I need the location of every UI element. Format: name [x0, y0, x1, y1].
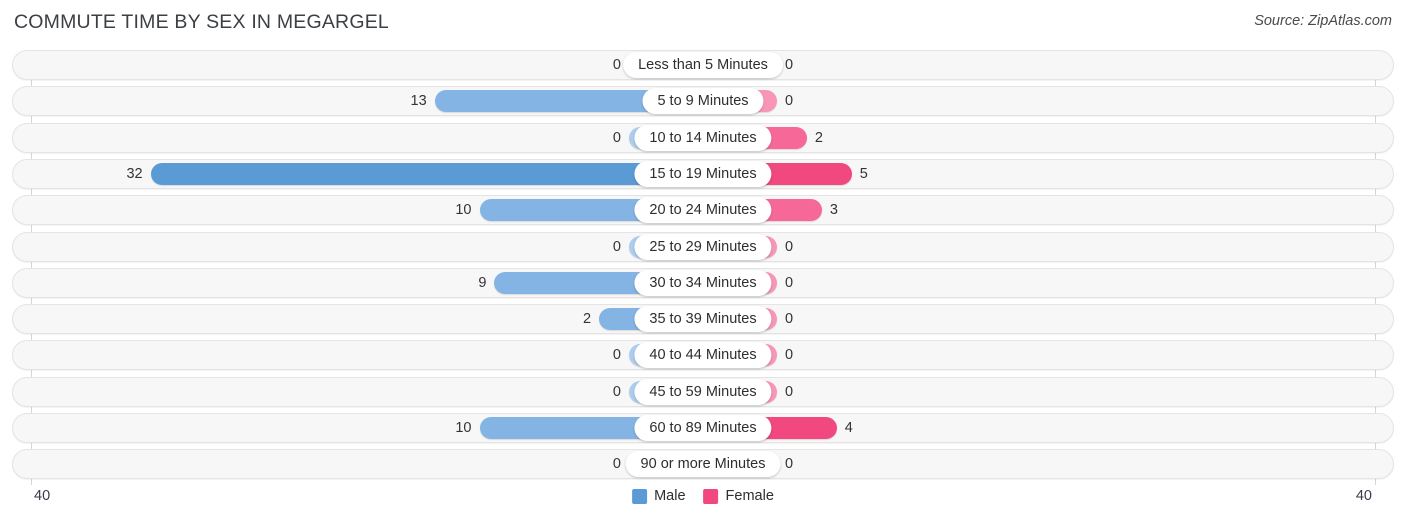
chart-row-bars: 0 2 10 to 14 Minutes: [13, 124, 1393, 152]
legend-item[interactable]: Female: [703, 488, 774, 504]
chart-row: 0 2 10 to 14 Minutes: [12, 122, 1394, 153]
chart-legend: Male Female: [632, 488, 774, 504]
chart-row: 10 4 60 to 89 Minutes: [12, 413, 1394, 443]
legend-swatch-icon: [632, 488, 648, 504]
bar-value-male: 32: [126, 165, 143, 182]
chart-row-bars: 10 4 60 to 89 Minutes: [13, 414, 1393, 442]
bar-value-female: 0: [785, 311, 794, 328]
bar-value-female: 0: [785, 274, 794, 291]
row-category-label: 5 to 9 Minutes: [642, 88, 764, 115]
chart-row: 0 0 Less than 5 Minutes: [12, 50, 1394, 80]
bar-value-male: 9: [478, 274, 487, 291]
axis-tick-left: 40: [34, 488, 51, 504]
row-category-label: 90 or more Minutes: [625, 451, 781, 478]
bar-value-male: 0: [612, 383, 621, 400]
chart-row: 0 0 90 or more Minutes: [12, 449, 1394, 480]
chart-footer: 40 40 Male Female: [0, 485, 1406, 523]
bar-value-female: 4: [844, 420, 853, 436]
bar-value-male: 0: [612, 57, 621, 73]
chart-row: 13 0 5 to 9 Minutes: [12, 86, 1394, 117]
legend-swatch-icon: [703, 488, 719, 504]
chart-row-bars: 9 0 30 to 34 Minutes: [13, 269, 1393, 297]
page-title: COMMUTE TIME BY SEX IN MEGARGEL: [14, 11, 389, 33]
bar-value-female: 0: [785, 57, 794, 73]
chart-row: 0 0 40 to 44 Minutes: [12, 340, 1394, 371]
chart-row-bars: 0 0 90 or more Minutes: [13, 450, 1393, 478]
chart-row: 0 0 25 to 29 Minutes: [12, 231, 1394, 262]
bar-value-male: 2: [583, 311, 592, 328]
bar-value-female: 3: [829, 202, 838, 219]
chart-header: COMMUTE TIME BY SEX IN MEGARGEL Source: …: [0, 0, 1406, 46]
bar-value-female: 0: [785, 456, 794, 473]
row-category-label: 25 to 29 Minutes: [634, 233, 772, 260]
bar-male[interactable]: [150, 162, 703, 185]
row-category-label: 60 to 89 Minutes: [634, 415, 772, 441]
legend-item[interactable]: Male: [632, 488, 686, 504]
row-category-label: 15 to 19 Minutes: [634, 160, 772, 187]
bar-value-male: 0: [612, 456, 621, 473]
bar-value-female: 0: [785, 238, 794, 255]
chart-row-bars: 0 0 40 to 44 Minutes: [13, 341, 1393, 369]
chart-row-bars: 13 0 5 to 9 Minutes: [13, 87, 1393, 115]
chart-row-bars: 0 0 Less than 5 Minutes: [13, 51, 1393, 79]
bar-value-female: 5: [859, 165, 868, 182]
source-attribution: Source: ZipAtlas.com: [1254, 13, 1392, 29]
row-category-label: 10 to 14 Minutes: [634, 124, 772, 151]
chart-row-bars: 2 0 35 to 39 Minutes: [13, 305, 1393, 333]
chart-row-bars: 10 3 20 to 24 Minutes: [13, 196, 1393, 224]
chart-plot-area: 0 0 Less than 5 Minutes 13 0 5 to 9 Minutes 0 2…: [0, 50, 1406, 485]
bar-value-female: 0: [785, 93, 794, 110]
chart-row: 0 0 45 to 59 Minutes: [12, 376, 1394, 407]
bar-value-male: 0: [612, 347, 621, 364]
bar-value-male: 10: [455, 420, 472, 436]
chart-row-bars: 0 0 25 to 29 Minutes: [13, 233, 1393, 261]
row-category-label: 35 to 39 Minutes: [634, 306, 772, 333]
chart-row: 9 0 30 to 34 Minutes: [12, 267, 1394, 298]
chart-row-bars: 0 0 45 to 59 Minutes: [13, 378, 1393, 406]
bar-value-female: 2: [814, 129, 823, 146]
bar-value-male: 13: [410, 93, 427, 110]
bar-value-male: 0: [612, 238, 621, 255]
chart-row: 32 5 15 to 19 Minutes: [12, 158, 1394, 189]
bar-value-male: 10: [455, 202, 472, 219]
bar-value-female: 0: [785, 383, 794, 400]
axis-tick-right: 40: [1355, 488, 1372, 504]
row-category-label: 30 to 34 Minutes: [634, 269, 772, 296]
row-category-label: 45 to 59 Minutes: [634, 378, 772, 405]
legend-label: Female: [725, 488, 774, 504]
chart-row-bars: 32 5 15 to 19 Minutes: [13, 160, 1393, 188]
chart-row: 2 0 35 to 39 Minutes: [12, 304, 1394, 335]
row-category-label: 40 to 44 Minutes: [634, 342, 772, 369]
row-category-label: Less than 5 Minutes: [623, 52, 783, 78]
row-category-label: 20 to 24 Minutes: [634, 197, 772, 224]
bar-value-male: 0: [612, 129, 621, 146]
bar-value-female: 0: [785, 347, 794, 364]
chart-row: 10 3 20 to 24 Minutes: [12, 195, 1394, 226]
legend-label: Male: [654, 488, 686, 504]
